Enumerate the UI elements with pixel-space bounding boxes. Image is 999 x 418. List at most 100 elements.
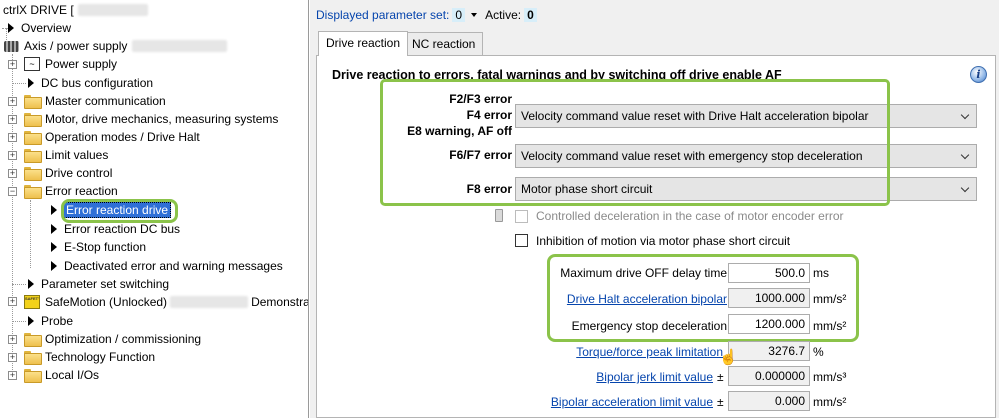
bipolar-jerk-link[interactable]: Bipolar jerk limit value (507, 370, 713, 384)
tree-root[interactable]: ctrlX DRIVE [ (3, 1, 148, 19)
bipolar-accel-limit-sign: ± (717, 395, 724, 409)
power-supply-icon: ~ (24, 57, 40, 71)
tree-item-label: Local I/Os (45, 368, 100, 382)
bipolar-accel-limit-link[interactable]: Bipolar acceleration limit value (507, 395, 713, 409)
chevron-down-icon (960, 183, 970, 193)
tree-item-local-io[interactable]: Local I/Os (24, 366, 100, 384)
bipolar-jerk-sign: ± (717, 370, 724, 384)
tree-item-estop[interactable]: E-Stop function (51, 238, 147, 256)
axis-icon (4, 40, 19, 52)
folder-icon (24, 149, 42, 163)
chevron-down-icon (960, 110, 970, 120)
collapse-icon[interactable]: − (8, 187, 17, 196)
displayed-parameter-set-link[interactable]: Displayed parameter set: (316, 8, 449, 22)
expand-icon[interactable]: + (8, 335, 17, 344)
tree-item-dc-bus[interactable]: DC bus configuration (28, 74, 154, 92)
bipolar-jerk-value: 0.000000 (728, 366, 810, 386)
tree-item-label: Operation modes / Drive Halt (45, 130, 200, 144)
torque-peak-unit: % (813, 345, 824, 359)
tree-connector (12, 284, 26, 285)
bipolar-accel-limit-value: 0.000 (728, 391, 810, 411)
arrow-right-icon (28, 279, 34, 289)
highlight-parameters (547, 254, 859, 342)
controlled-decel-label: Controlled deceleration in the case of m… (536, 209, 844, 223)
tree-item-label: DC bus configuration (41, 76, 154, 90)
tree-item-label: Deactivated error and warning messages (64, 259, 283, 273)
tree-connector (12, 321, 26, 322)
tree-item-label: Power supply (45, 57, 118, 71)
tree-item-label: Optimization / commissioning (45, 332, 202, 346)
tree-item-overview[interactable]: Overview (8, 19, 72, 37)
expand-icon[interactable]: + (8, 371, 17, 380)
tree-item-label-suffix: Demonstrat (251, 295, 309, 309)
torque-peak-link[interactable]: Torque/force peak limitation (527, 345, 723, 359)
active-label: Active: (485, 8, 522, 22)
tree-item-error-reaction-dcbus[interactable]: Error reaction DC bus (51, 220, 181, 238)
expand-icon[interactable]: + (8, 60, 17, 69)
folder-open-icon (24, 185, 42, 199)
tree-item-deactivated[interactable]: Deactivated error and warning messages (51, 257, 284, 275)
torque-peak-value: 3276.7 (728, 341, 810, 361)
tree-item-label: SafeMotion (Unlocked) (45, 295, 168, 309)
safety-on-board-icon: SAFETY ON BOARD (24, 295, 40, 309)
folder-icon (24, 167, 42, 181)
tree-item-label: Technology Function (45, 350, 156, 364)
folder-icon (24, 113, 42, 127)
arrow-right-icon (51, 261, 57, 271)
tree-item-safemotion[interactable]: SAFETY ON BOARD SafeMotion (Unlocked) De… (24, 293, 309, 311)
expand-icon[interactable]: + (8, 115, 17, 124)
bipolar-jerk-unit: mm/s³ (813, 370, 847, 384)
tree-item-label: Overview (21, 21, 72, 35)
tree-item-label: Motor, drive mechanics, measuring system… (45, 112, 279, 126)
tree-item-master-comm[interactable]: Master communication (24, 92, 167, 110)
tree-item-limit[interactable]: Limit values (24, 146, 109, 164)
tree-item-power-supply[interactable]: ~ Power supply (24, 55, 118, 73)
inhibition-checkbox[interactable] (515, 234, 528, 247)
tree-item-op-modes[interactable]: Operation modes / Drive Halt (24, 128, 201, 146)
arrow-right-icon (51, 242, 57, 252)
parameter-set-value[interactable]: 0 (452, 8, 466, 22)
tab-nc-reaction[interactable]: NC reaction (404, 32, 484, 55)
expand-icon[interactable]: + (8, 97, 17, 106)
parameter-panel: Displayed parameter set: 0 Active: 0 Dri… (310, 0, 999, 418)
tree-item-optimization[interactable]: Optimization / commissioning (24, 330, 202, 348)
tree-root-label: ctrlX DRIVE [ (3, 3, 74, 17)
arrow-right-icon (8, 23, 14, 33)
arrow-right-icon (28, 316, 34, 326)
active-value: 0 (524, 8, 537, 22)
parameter-set-bar: Displayed parameter set: 0 Active: 0 (316, 5, 537, 25)
tree-item-technology[interactable]: Technology Function (24, 348, 156, 366)
tree-item-probe[interactable]: Probe (28, 312, 74, 330)
hand-cursor-icon: ☝ (719, 349, 738, 366)
lock-icon (495, 209, 503, 222)
tree-item-label: Probe (41, 314, 74, 328)
arrow-right-icon (51, 205, 57, 215)
expand-icon[interactable]: + (8, 169, 17, 178)
tree-connector (30, 200, 31, 268)
dropdown-arrow-icon[interactable] (471, 13, 478, 17)
tree-item-label: Master communication (45, 94, 166, 108)
tree-item-drive-control[interactable]: Drive control (24, 164, 113, 182)
tab-drive-reaction[interactable]: Drive reaction (318, 31, 409, 56)
folder-icon (24, 333, 42, 347)
tree-item-motor[interactable]: Motor, drive mechanics, measuring system… (24, 110, 279, 128)
folder-icon (24, 131, 42, 145)
expand-icon[interactable]: + (8, 353, 17, 362)
chevron-down-icon (960, 150, 970, 160)
expand-icon[interactable]: + (8, 133, 17, 142)
controlled-decel-checkbox[interactable] (515, 210, 528, 223)
redacted-name (170, 296, 249, 308)
tree-item-error-reaction[interactable]: Error reaction (24, 182, 119, 200)
tree-item-param-set-switching[interactable]: Parameter set switching (28, 275, 170, 293)
expand-icon[interactable]: + (8, 151, 17, 160)
tree-item-axis[interactable]: Axis / power supply (4, 37, 228, 55)
expand-icon[interactable]: + (8, 297, 17, 306)
tree-item-label: Drive control (45, 166, 113, 180)
tree-item-label: Axis / power supply (24, 39, 128, 53)
folder-icon (24, 351, 42, 365)
folder-icon (24, 95, 42, 109)
inhibition-label: Inhibition of motion via motor phase sho… (536, 234, 791, 248)
info-icon[interactable]: i (970, 66, 987, 83)
highlight-reactions (380, 79, 890, 206)
redacted-name (132, 40, 228, 52)
